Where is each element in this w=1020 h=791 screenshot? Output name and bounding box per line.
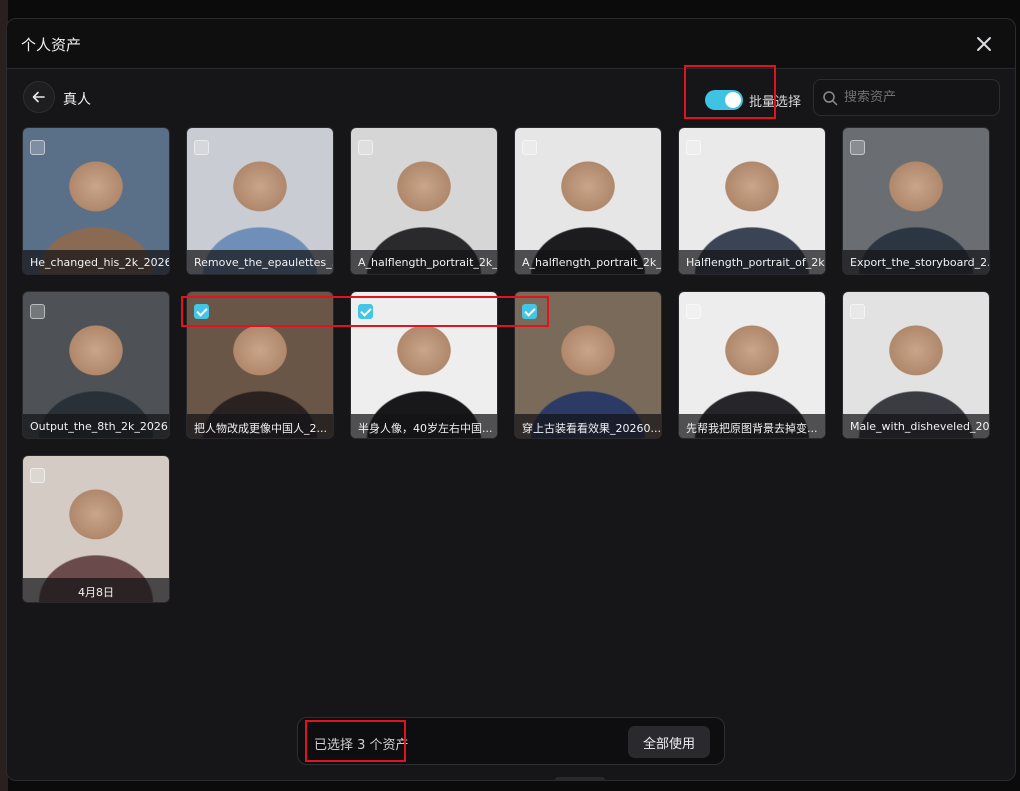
asset-card[interactable]: A_halflength_portrait_2k_... — [350, 127, 498, 275]
asset-caption: Export_the_storyboard_2... — [843, 250, 989, 274]
asset-caption: 把人物改成更像中国人_2... — [187, 414, 333, 438]
asset-caption: Halflength_portrait_of_2k... — [679, 250, 825, 274]
asset-caption: Output_the_8th_2k_2026... — [23, 414, 169, 438]
search-box — [813, 79, 1000, 116]
scroll-handle[interactable] — [555, 777, 605, 780]
asset-caption: He_changed_his_2k_2026... — [23, 250, 169, 274]
asset-card[interactable]: Output_the_8th_2k_2026... — [22, 291, 170, 439]
asset-checkbox[interactable] — [522, 304, 537, 319]
asset-checkbox[interactable] — [358, 140, 373, 155]
assets-toolbar: 真人 批量选择 — [7, 79, 1015, 119]
asset-checkbox[interactable] — [522, 140, 537, 155]
asset-checkbox[interactable] — [686, 140, 701, 155]
asset-caption: Male_with_disheveled_20... — [843, 414, 989, 438]
asset-card[interactable]: A_halflength_portrait_2k_... — [514, 127, 662, 275]
asset-card[interactable]: Male_with_disheveled_20... — [842, 291, 990, 439]
asset-caption: Remove_the_epaulettes_... — [187, 250, 333, 274]
asset-caption: A_halflength_portrait_2k_... — [351, 250, 497, 274]
selected-count-text: 已选择 3 个资产 — [314, 738, 409, 753]
close-button[interactable] — [971, 31, 997, 57]
asset-caption: 先帮我把原图背景去掉变... — [679, 414, 825, 438]
asset-checkbox[interactable] — [686, 304, 701, 319]
personal-assets-dialog: 个人资产 真人 批量选择 He_changed_his_2k_2026... Re… — [6, 18, 1016, 781]
asset-caption: A_halflength_portrait_2k_... — [515, 250, 661, 274]
batch-select-label: 批量选择 — [749, 94, 802, 110]
asset-checkbox[interactable] — [850, 304, 865, 319]
asset-card[interactable]: 4月8日 — [22, 455, 170, 603]
asset-grid: He_changed_his_2k_2026... Remove_the_epau… — [22, 127, 990, 603]
batch-select-toggle[interactable] — [705, 90, 743, 110]
asset-card[interactable]: He_changed_his_2k_2026... — [22, 127, 170, 275]
asset-card[interactable]: 先帮我把原图背景去掉变... — [678, 291, 826, 439]
asset-caption: 穿上古装看看效果_20260... — [515, 414, 661, 438]
asset-checkbox[interactable] — [358, 304, 373, 319]
asset-card[interactable]: Remove_the_epaulettes_... — [186, 127, 334, 275]
asset-checkbox[interactable] — [30, 304, 45, 319]
use-all-button[interactable]: 全部使用 — [628, 726, 710, 758]
arrow-left-icon — [32, 91, 45, 103]
folder-name: 真人 — [63, 92, 91, 108]
asset-card[interactable]: 穿上古装看看效果_20260... — [514, 291, 662, 439]
asset-card[interactable]: Export_the_storyboard_2... — [842, 127, 990, 275]
selection-bar: 已选择 3 个资产 全部使用 — [297, 717, 725, 765]
close-icon — [977, 37, 991, 51]
batch-select: 批量选择 — [705, 89, 801, 111]
asset-checkbox[interactable] — [30, 468, 45, 483]
dialog-header: 个人资产 — [7, 19, 1015, 69]
asset-caption: 4月8日 — [23, 578, 169, 602]
asset-card[interactable]: 把人物改成更像中国人_2... — [186, 291, 334, 439]
asset-checkbox[interactable] — [850, 140, 865, 155]
dialog-title: 个人资产 — [21, 36, 82, 54]
search-icon — [823, 90, 838, 105]
asset-checkbox[interactable] — [30, 140, 45, 155]
asset-card[interactable]: Halflength_portrait_of_2k... — [678, 127, 826, 275]
asset-card[interactable]: 半身人像，40岁左右中国... — [350, 291, 498, 439]
asset-checkbox[interactable] — [194, 140, 209, 155]
asset-caption: 半身人像，40岁左右中国... — [351, 414, 497, 438]
search-input[interactable] — [844, 90, 994, 105]
asset-checkbox[interactable] — [194, 304, 209, 319]
back-button[interactable] — [23, 81, 55, 113]
